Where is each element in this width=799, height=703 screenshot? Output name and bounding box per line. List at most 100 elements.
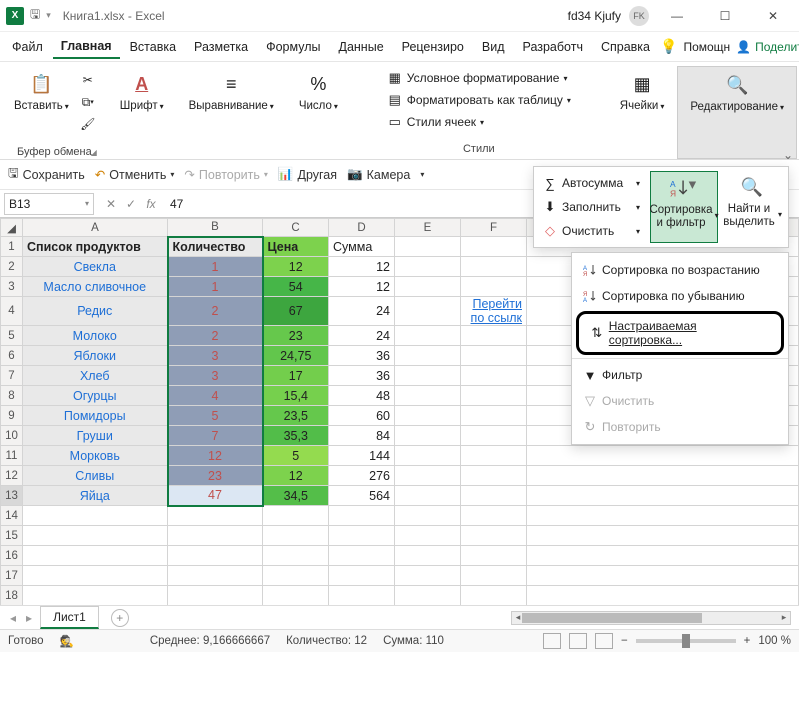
cell[interactable] <box>395 426 461 446</box>
name-box[interactable]: B13▾ <box>4 193 94 215</box>
cell[interactable]: Яйца <box>23 486 168 506</box>
cell[interactable]: 7 <box>168 426 263 446</box>
conditional-formatting-button[interactable]: ▦Условное форматирование▾ <box>383 68 572 88</box>
status-accessibility-icon[interactable]: 🕵 <box>60 634 74 648</box>
row-header[interactable]: 16 <box>1 546 23 566</box>
cell[interactable] <box>395 506 461 526</box>
tab-review[interactable]: Рецензиро <box>394 36 472 58</box>
lightbulb-icon[interactable]: 💡 <box>660 38 677 55</box>
format-as-table-button[interactable]: ▤Форматировать как таблицу▾ <box>383 90 575 110</box>
format-painter-button[interactable]: 🖌 <box>77 114 99 134</box>
cell[interactable]: 12 <box>329 257 395 277</box>
cell[interactable]: 24 <box>329 326 395 346</box>
tab-developer[interactable]: Разработч <box>515 36 591 58</box>
cell[interactable]: 1 <box>168 257 263 277</box>
row-header[interactable]: 17 <box>1 566 23 586</box>
cell[interactable] <box>395 606 461 607</box>
sort-desc-item[interactable]: ЯАСортировка по убыванию <box>572 283 788 309</box>
cell[interactable] <box>461 606 527 607</box>
find-select-button[interactable]: 🔍 Найти и выделить▾ <box>718 171 786 243</box>
cell[interactable] <box>461 506 527 526</box>
cell[interactable]: 3 <box>168 346 263 366</box>
cell[interactable]: Сливы <box>23 466 168 486</box>
cell[interactable]: 34,5 <box>263 486 329 506</box>
cell[interactable]: Цена <box>263 237 329 257</box>
editing-button[interactable]: 🔍 Редактирование▾ <box>686 69 788 115</box>
cell[interactable]: Морковь <box>23 446 168 466</box>
cell[interactable]: Яблоки <box>23 346 168 366</box>
cell[interactable] <box>329 546 395 566</box>
fill-button[interactable]: ⬇Заполнить▾ <box>536 195 646 219</box>
sheet-nav-next[interactable]: ▸ <box>24 611 34 625</box>
row-header[interactable]: 7 <box>1 366 23 386</box>
cell[interactable] <box>263 606 329 607</box>
cell[interactable] <box>461 446 527 466</box>
row-header[interactable]: 14 <box>1 506 23 526</box>
cell[interactable] <box>329 566 395 586</box>
row-header[interactable]: 2 <box>1 257 23 277</box>
cell[interactable]: 1 <box>168 277 263 297</box>
row-header[interactable]: 12 <box>1 466 23 486</box>
cell[interactable] <box>527 486 799 506</box>
cell[interactable] <box>461 386 527 406</box>
cell[interactable]: 67 <box>263 297 329 326</box>
cell[interactable]: Свекла <box>23 257 168 277</box>
user-avatar[interactable]: FK <box>629 6 649 26</box>
tab-file[interactable]: Файл <box>4 36 51 58</box>
cell[interactable] <box>461 366 527 386</box>
cell[interactable]: 54 <box>263 277 329 297</box>
cell[interactable]: 84 <box>329 426 395 446</box>
cell[interactable] <box>395 486 461 506</box>
share-button[interactable]: 👤 Поделиться <box>736 40 799 54</box>
row-header[interactable]: 10 <box>1 426 23 446</box>
cell[interactable]: 24,75 <box>263 346 329 366</box>
cell[interactable]: Груши <box>23 426 168 446</box>
formula-cancel-button[interactable]: ✕ <box>102 197 120 211</box>
cell[interactable] <box>23 506 168 526</box>
cell[interactable] <box>168 606 263 607</box>
cell[interactable] <box>395 386 461 406</box>
cell[interactable] <box>395 257 461 277</box>
cell[interactable]: 23 <box>263 326 329 346</box>
row-header[interactable]: 1 <box>1 237 23 257</box>
tab-layout[interactable]: Разметка <box>186 36 256 58</box>
cell[interactable] <box>461 277 527 297</box>
cell[interactable]: 60 <box>329 406 395 426</box>
sheet-tab-1[interactable]: Лист1 <box>40 606 99 629</box>
cell[interactable]: 36 <box>329 366 395 386</box>
cell[interactable] <box>527 466 799 486</box>
cell[interactable] <box>395 297 461 326</box>
col-header-f[interactable]: F <box>461 219 527 237</box>
sheet-nav-prev[interactable]: ◂ <box>8 611 18 625</box>
tab-formulas[interactable]: Формулы <box>258 36 328 58</box>
minimize-button[interactable]: ― <box>657 2 697 30</box>
cell[interactable] <box>461 237 527 257</box>
sort-filter-button[interactable]: АЯ Сортировка и фильтр▾ <box>650 171 718 243</box>
col-header-b[interactable]: B <box>168 219 263 237</box>
cell[interactable] <box>395 277 461 297</box>
cell[interactable] <box>461 566 527 586</box>
col-header-c[interactable]: C <box>263 219 329 237</box>
cut-button[interactable]: ✂ <box>77 70 99 90</box>
cell[interactable]: 12 <box>168 446 263 466</box>
cell[interactable] <box>263 586 329 606</box>
cell[interactable] <box>527 526 799 546</box>
cell[interactable] <box>461 466 527 486</box>
cell[interactable] <box>263 526 329 546</box>
cell[interactable] <box>395 346 461 366</box>
cell[interactable] <box>263 566 329 586</box>
row-header[interactable]: 11 <box>1 446 23 466</box>
cell[interactable] <box>395 406 461 426</box>
row-header[interactable]: 3 <box>1 277 23 297</box>
cell[interactable]: Редис <box>23 297 168 326</box>
cell[interactable]: 564 <box>329 486 395 506</box>
clipboard-launcher[interactable]: ◢ <box>91 148 97 157</box>
cell[interactable] <box>527 566 799 586</box>
cell-styles-button[interactable]: ▭Стили ячеек▾ <box>383 112 488 132</box>
autosum-button[interactable]: ∑Автосумма▾ <box>536 171 646 195</box>
cell[interactable] <box>395 466 461 486</box>
row-header[interactable]: 19 <box>1 606 23 607</box>
cell[interactable] <box>461 486 527 506</box>
tab-view[interactable]: Вид <box>474 36 513 58</box>
row-header[interactable]: 5 <box>1 326 23 346</box>
